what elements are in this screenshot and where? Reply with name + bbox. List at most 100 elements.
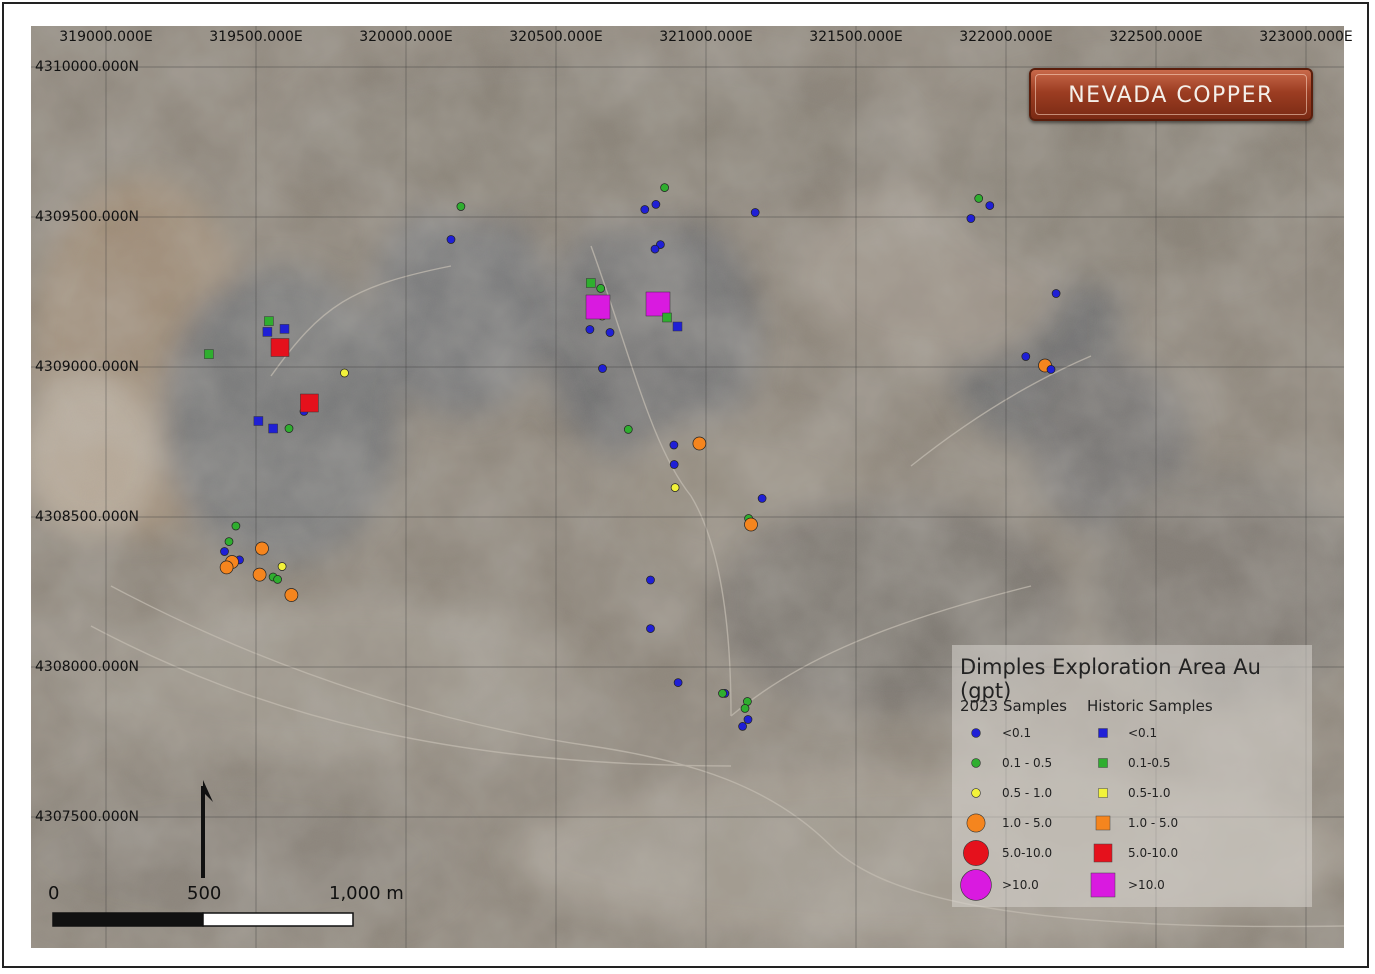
sample-2023-point[interactable] [585,325,595,334]
sample-historic-point[interactable] [279,324,290,334]
sample-2023-point[interactable] [284,588,299,602]
legend-circle-symbol [966,813,986,833]
sample-2023-point[interactable] [273,575,282,584]
legend-square-symbol [1098,728,1108,738]
sample-2023-point[interactable] [669,440,679,450]
legend-label-historic: 1.0 - 5.0 [1128,816,1179,830]
sample-2023-point[interactable] [974,194,984,203]
logo-text: NEVADA COPPER [1068,83,1274,108]
sample-2023-point[interactable] [1021,352,1031,361]
sample-2023-point[interactable] [284,424,294,433]
legend-circle-symbol [960,869,992,901]
sample-2023-point[interactable] [651,200,661,209]
sample-historic-point[interactable] [662,312,672,323]
sample-2023-point[interactable] [669,460,679,469]
legend-square-symbol [1098,788,1108,798]
legend-label-historic: 0.5-1.0 [1128,786,1171,800]
sample-2023-point[interactable] [277,562,287,571]
scale-bar-white-segment [202,912,354,927]
north-arrow-icon [201,780,213,878]
legend-label-2023: 5.0-10.0 [1002,846,1053,860]
sample-2023-point[interactable] [252,567,267,582]
legend-label-2023: 0.1 - 0.5 [1002,756,1053,770]
easting-label: 322000.000E [959,29,1053,45]
scale-bar-black-segment [52,912,204,927]
sample-historic-point[interactable] [262,327,273,337]
sample-2023-point[interactable] [966,214,976,223]
sample-historic-point[interactable] [645,291,671,317]
legend-circle-symbol [963,840,989,866]
sample-historic-point[interactable] [270,338,290,357]
scale-label-500: 500 [187,883,222,904]
sample-historic-point[interactable] [268,423,278,434]
sample-2023-point[interactable] [673,678,683,687]
easting-label: 320500.000E [509,29,603,45]
sample-2023-point[interactable] [219,560,234,575]
sample-2023-point[interactable] [750,208,760,217]
sample-2023-point[interactable] [596,284,606,293]
sample-2023-point[interactable] [640,205,650,214]
legend-label-2023: 1.0 - 5.0 [1002,816,1053,830]
sample-historic-point[interactable] [585,294,611,320]
sample-2023-point[interactable] [718,689,727,698]
sample-2023-point[interactable] [456,202,466,211]
legend-circle-symbol [971,728,981,738]
sample-2023-point[interactable] [446,235,456,244]
sample-2023-point[interactable] [224,537,234,546]
sample-2023-point[interactable] [692,436,707,451]
easting-label: 323000.000E [1259,29,1353,45]
legend-label-historic: 0.1-0.5 [1128,756,1171,770]
sample-2023-point[interactable] [220,547,229,556]
legend-label-2023: 0.5 - 1.0 [1002,786,1053,800]
easting-label: 321000.000E [659,29,753,45]
sample-2023-point[interactable] [605,328,615,337]
sample-2023-point[interactable] [231,521,241,531]
northing-label: 4309500.000N [35,209,139,225]
sample-2023-point[interactable] [738,722,747,731]
sample-2023-point[interactable] [660,183,669,192]
sample-2023-point[interactable] [757,494,767,503]
sample-2023-point[interactable] [650,244,660,254]
sample-historic-point[interactable] [204,349,214,359]
northing-label: 4309000.000N [35,359,139,375]
legend-symbols [960,728,1116,901]
scale-label-1000: 1,000 m [329,883,404,904]
sample-historic-point[interactable] [300,393,319,413]
northing-label: 4310000.000N [35,59,139,75]
northing-label: 4308000.000N [35,659,139,675]
sample-2023-point[interactable] [598,364,607,373]
easting-label: 320000.000E [359,29,453,45]
sample-2023-point[interactable] [1051,289,1061,298]
legend-circle-symbol [971,758,981,768]
sample-2023-point[interactable] [740,704,750,713]
legend-label-historic: 5.0-10.0 [1128,846,1179,860]
legend-label-historic: <0.1 [1128,726,1158,740]
sample-2023-point[interactable] [1046,365,1056,374]
sample-historic-point[interactable] [253,416,264,426]
sample-2023-point[interactable] [985,201,995,210]
sample-historic-point[interactable] [264,316,274,326]
legend-square-symbol [1093,843,1113,863]
northing-label: 4307500.000N [35,809,139,825]
sample-2023-point[interactable] [646,575,655,585]
legend-label-historic: >10.0 [1128,878,1165,892]
sample-2023-point[interactable] [743,715,753,724]
legend-circle-symbol [971,788,981,798]
legend-square-symbol [1090,872,1116,898]
easting-label: 321500.000E [809,29,903,45]
legend-label-2023: <0.1 [1002,726,1032,740]
sample-2023-point[interactable] [670,483,680,492]
scale-bar [52,912,354,927]
sample-2023-point[interactable] [744,517,758,532]
scale-label-0: 0 [48,883,60,904]
easting-label: 319500.000E [209,29,303,45]
sample-2023-point[interactable] [340,368,349,378]
sample-2023-point[interactable] [623,425,633,434]
sample-2023-point[interactable] [646,624,655,633]
northing-label: 4308500.000N [35,509,139,525]
sample-2023-point[interactable] [255,541,269,556]
legend-square-symbol [1095,815,1111,831]
sample-historic-point[interactable] [672,321,683,332]
sample-historic-point[interactable] [586,278,596,288]
legend-square-symbol [1098,758,1108,768]
